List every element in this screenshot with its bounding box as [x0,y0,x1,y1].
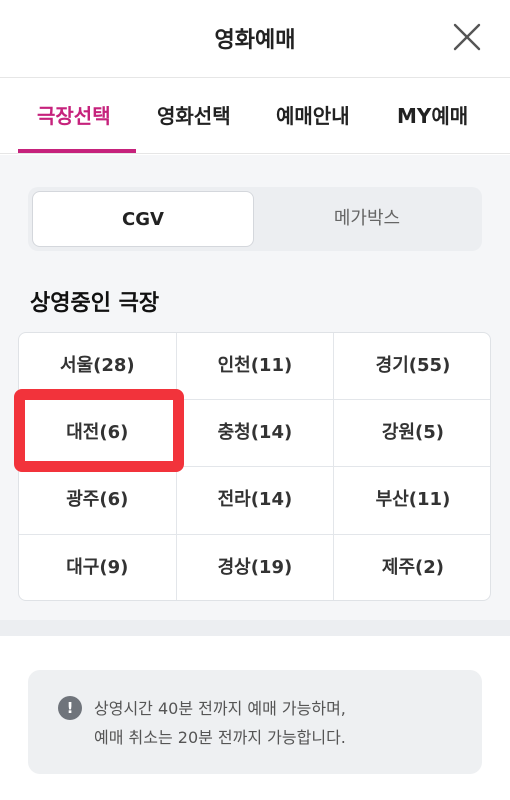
active-tab-indicator [18,149,136,153]
region-gyeongsang[interactable]: 경상(19) [177,534,335,600]
tab-bar: 극장선택 영화선택 예매안내 MY예매 [0,78,510,154]
region-chungcheong[interactable]: 충청(14) [176,400,335,468]
region-daegu[interactable]: 대구(9) [19,534,177,600]
region-busan[interactable]: 부산(11) [334,467,490,535]
region-gyeonggi[interactable]: 경기(55) [334,333,490,401]
notice-line-2: 예매 취소는 20분 전까지 가능합니다. [94,728,346,747]
page-title: 영화예매 [214,28,296,53]
region-daejeon[interactable]: 대전(6) [19,400,177,468]
region-gangwon[interactable]: 강원(5) [334,400,490,468]
booking-notice: ! 상영시간 40분 전까지 예매 가능하며, 예매 취소는 20분 전까지 가… [28,670,482,774]
app-header: 영화예매 [0,0,510,78]
tab-my-booking[interactable]: MY예매 [397,100,468,129]
region-jeju[interactable]: 제주(2) [334,535,490,600]
section-divider [0,620,510,636]
notice-line-1: 상영시간 40분 전까지 예매 가능하며, [94,699,346,718]
tab-movie-select[interactable]: 영화선택 [157,100,231,129]
region-incheon[interactable]: 인천(11) [176,333,335,401]
tab-booking-guide[interactable]: 예매안내 [276,100,350,129]
cgv-button[interactable]: CGV [32,191,254,247]
region-seoul[interactable]: 서울(28) [19,333,177,401]
info-icon: ! [58,696,82,720]
theater-select-panel: CGV 메가박스 상영중인 극장 서울(28) 인천(11) 경기(55) 대전… [0,155,510,620]
notice-text: 상영시간 40분 전까지 예매 가능하며, 예매 취소는 20분 전까지 가능합… [94,694,346,752]
region-gwangju[interactable]: 광주(6) [19,467,177,535]
tab-theater-select[interactable]: 극장선택 [37,100,111,129]
close-icon[interactable] [452,22,482,52]
region-grid: 서울(28) 인천(11) 경기(55) 대전(6) 충청(14) 강원(5) … [18,332,491,601]
section-title: 상영중인 극장 [30,291,160,316]
megabox-button[interactable]: 메가박스 [256,191,478,247]
cinema-chain-toggle: CGV 메가박스 [28,187,482,251]
region-jeolla[interactable]: 전라(14) [176,467,335,535]
